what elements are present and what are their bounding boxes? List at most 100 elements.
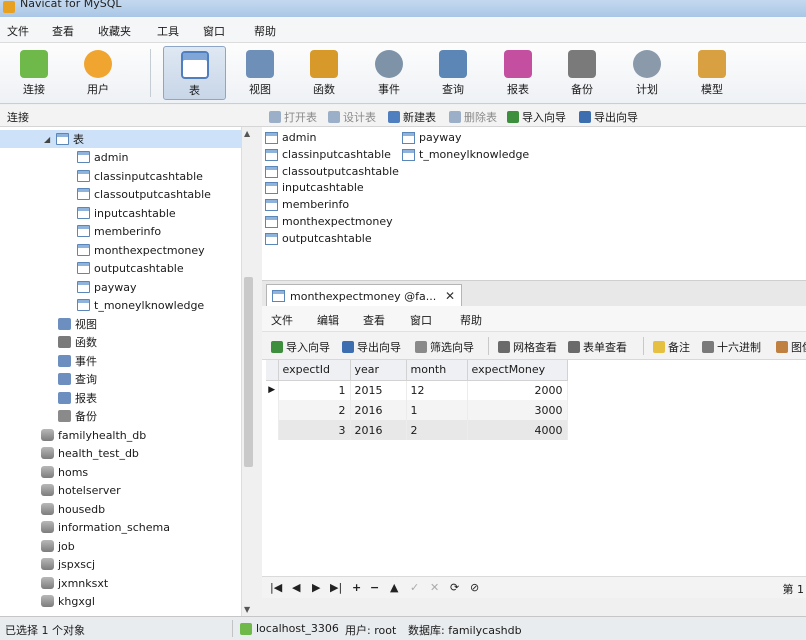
refresh-icon[interactable]: ⟳ — [450, 581, 459, 594]
next-record-icon[interactable]: ▶ — [312, 581, 320, 594]
object-item[interactable]: classinputcashtable — [265, 146, 391, 163]
tree-database-item[interactable]: jspxscj — [41, 555, 95, 573]
tree-database-item[interactable]: housedb — [41, 500, 105, 518]
tree-table-item[interactable]: outputcashtable — [77, 259, 184, 277]
report-button[interactable]: 报表 — [491, 46, 545, 100]
collapse-arrow-icon[interactable]: ◢ — [44, 135, 52, 144]
import-wizard-button[interactable]: 导入向导 — [507, 109, 566, 125]
object-item[interactable]: monthexpectmoney — [265, 213, 393, 230]
tree-database-item[interactable]: familyhealth_db — [41, 426, 146, 444]
column-header[interactable]: expectId — [278, 360, 351, 381]
menu-file[interactable]: 文件 — [7, 23, 29, 39]
open-table-button[interactable]: 打开表 — [269, 109, 317, 125]
table-cell[interactable]: 2 — [406, 420, 468, 440]
first-record-icon[interactable]: |◀ — [270, 581, 282, 594]
user-button[interactable]: 用户 — [71, 46, 125, 100]
scroll-down-arrow-icon[interactable]: ▼ — [244, 605, 250, 614]
tree-node-functions[interactable]: 函数 — [58, 333, 97, 351]
tree-database-item[interactable]: information_schema — [41, 518, 170, 536]
menu-tools[interactable]: 工具 — [157, 23, 179, 39]
add-record-icon[interactable]: + — [352, 581, 361, 594]
inner-menu-file[interactable]: 文件 — [271, 312, 293, 328]
table-cell[interactable]: 2 — [278, 400, 351, 420]
table-cell[interactable]: 2015 — [350, 380, 407, 400]
scroll-up-arrow-icon[interactable]: ▲ — [244, 129, 250, 138]
inner-export-wizard-button[interactable]: 导出向导 — [342, 339, 401, 355]
cancel-icon[interactable]: ✕ — [430, 581, 439, 594]
object-item[interactable]: t_moneylknowledge — [402, 146, 529, 163]
column-header[interactable]: month — [406, 360, 468, 381]
form-view-button[interactable]: 表单查看 — [568, 339, 627, 355]
prev-record-icon[interactable]: ◀ — [292, 581, 300, 594]
table-cell[interactable]: 2016 — [350, 400, 407, 420]
backup-button[interactable]: 备份 — [555, 46, 609, 100]
schedule-button[interactable]: 计划 — [620, 46, 674, 100]
close-icon[interactable]: ✕ — [445, 289, 455, 303]
table-cell[interactable]: 4000 — [467, 420, 568, 440]
design-table-button[interactable]: 设计表 — [328, 109, 376, 125]
tree-node-reports[interactable]: 报表 — [58, 389, 97, 407]
delete-table-button[interactable]: 删除表 — [449, 109, 497, 125]
tree-node-events[interactable]: 事件 — [58, 352, 97, 370]
inner-menu-window[interactable]: 窗口 — [410, 312, 432, 328]
tree-table-item[interactable]: admin — [77, 148, 128, 166]
menu-window[interactable]: 窗口 — [203, 23, 225, 39]
table-cell[interactable]: 12 — [406, 380, 468, 400]
tree-database-item[interactable]: jxmnksxt — [41, 574, 108, 592]
menu-view[interactable]: 查看 — [52, 23, 74, 39]
memo-button[interactable]: 备注 — [653, 339, 690, 355]
last-record-icon[interactable]: ▶| — [330, 581, 342, 594]
inner-menu-view[interactable]: 查看 — [363, 312, 385, 328]
column-header[interactable]: expectMoney — [467, 360, 568, 381]
table-cell[interactable]: 2016 — [350, 420, 407, 440]
confirm-icon[interactable]: ✓ — [410, 581, 419, 594]
tree-node-queries[interactable]: 查询 — [58, 370, 97, 388]
event-button[interactable]: 事件 — [362, 46, 416, 100]
table-cell[interactable]: 1 — [406, 400, 468, 420]
tree-node-backups[interactable]: 备份 — [58, 407, 97, 425]
column-header[interactable]: year — [350, 360, 407, 381]
tree-database-item[interactable]: homs — [41, 463, 88, 481]
tree-database-item[interactable]: khgxgl — [41, 592, 95, 610]
tree-table-item[interactable]: inputcashtable — [77, 204, 176, 222]
query-button[interactable]: 查询 — [426, 46, 480, 100]
object-item[interactable]: memberinfo — [265, 196, 349, 213]
delete-record-icon[interactable]: − — [370, 581, 379, 594]
tree-node-tables[interactable]: ◢ 表 — [0, 130, 241, 148]
image-button[interactable]: 图像 — [776, 339, 806, 355]
table-cell[interactable]: 1 — [278, 380, 351, 400]
grid-view-button[interactable]: 网格查看 — [498, 339, 557, 355]
tree-table-item[interactable]: classoutputcashtable — [77, 185, 211, 203]
tree-table-item[interactable]: memberinfo — [77, 222, 161, 240]
view-button[interactable]: 视图 — [233, 46, 287, 100]
object-item[interactable]: outputcashtable — [265, 230, 372, 247]
apply-changes-icon[interactable]: ▲ — [390, 581, 398, 594]
tree-scrollbar-thumb[interactable] — [244, 277, 253, 467]
table-row[interactable]: 3 2016 2 4000 — [266, 420, 568, 440]
tree-database-item[interactable]: hotelserver — [41, 481, 121, 499]
tree-table-item[interactable]: classinputcashtable — [77, 167, 203, 185]
new-table-button[interactable]: 新建表 — [388, 109, 436, 125]
export-wizard-button[interactable]: 导出向导 — [579, 109, 638, 125]
tree-node-views[interactable]: 视图 — [58, 315, 97, 333]
filter-wizard-button[interactable]: 筛选向导 — [415, 339, 474, 355]
object-item[interactable]: payway — [402, 129, 461, 146]
table-row[interactable]: ▶ 1 2015 12 2000 — [266, 380, 568, 400]
object-item[interactable]: classoutputcashtable — [265, 163, 399, 180]
tree-table-item[interactable]: payway — [77, 278, 136, 296]
tab-monthexpectmoney[interactable]: monthexpectmoney @fa... ✕ — [266, 284, 462, 307]
connect-button[interactable]: 连接 — [7, 46, 61, 100]
function-button[interactable]: 函数 — [297, 46, 351, 100]
tree-scrollbar[interactable]: ▲ ▼ — [241, 127, 254, 616]
inner-menu-edit[interactable]: 编辑 — [317, 312, 339, 328]
tree-table-item[interactable]: t_moneylknowledge — [77, 296, 204, 314]
table-cell[interactable]: 3 — [278, 420, 351, 440]
tree-database-item[interactable]: health_test_db — [41, 444, 139, 462]
hex-button[interactable]: 十六进制 — [702, 339, 761, 355]
tree-table-item[interactable]: monthexpectmoney — [77, 241, 205, 259]
menu-favorites[interactable]: 收藏夹 — [98, 23, 131, 39]
grid-horizontal-scrollbar[interactable] — [262, 598, 806, 616]
inner-menu-help[interactable]: 帮助 — [460, 312, 482, 328]
menu-help[interactable]: 帮助 — [254, 23, 276, 39]
tree-database-item[interactable]: job — [41, 537, 75, 555]
